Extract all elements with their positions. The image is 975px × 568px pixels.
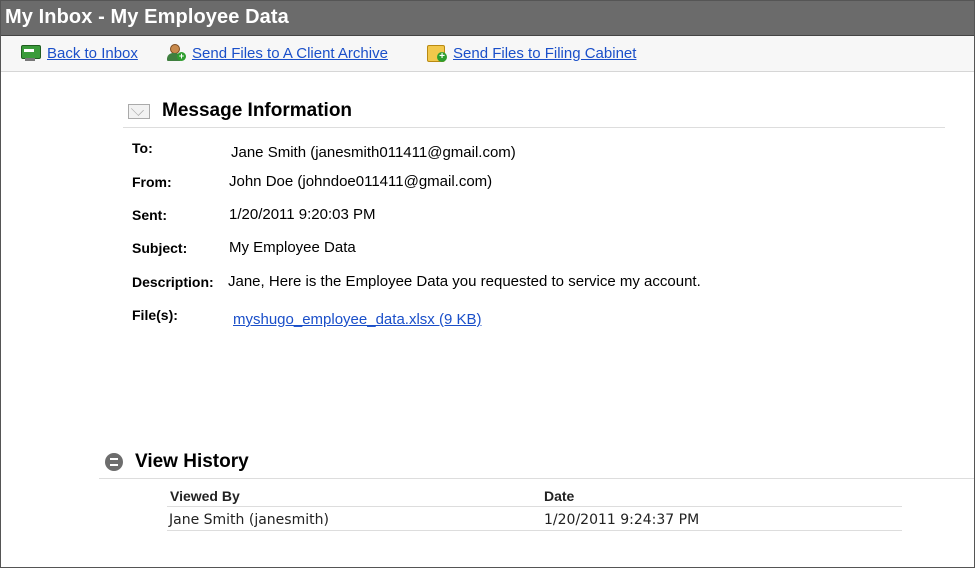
- message-info-header: Message Information: [128, 100, 352, 122]
- view-history-table: Viewed By Date Jane Smith (janesmith) 1/…: [167, 485, 902, 531]
- title-bar: My Inbox - My Employee Data: [1, 1, 974, 36]
- history-icon: [105, 453, 123, 471]
- envelope-icon: [128, 103, 150, 119]
- from-value: John Doe (johndoe011411@gmail.com): [229, 173, 493, 190]
- window-frame: My Inbox - My Employee Data Back to Inbo…: [0, 0, 975, 568]
- filing-cabinet-icon: +: [425, 44, 447, 62]
- send-to-client-archive-link[interactable]: Send Files to A Client Archive: [192, 45, 388, 62]
- send-to-filing-cabinet-link[interactable]: Send Files to Filing Cabinet: [453, 45, 636, 62]
- files-label: File(s):: [132, 307, 178, 323]
- view-history-divider: [99, 478, 974, 479]
- subject-label: Subject:: [132, 240, 188, 256]
- back-to-inbox-icon: [19, 44, 41, 62]
- column-header-viewed-by: Viewed By: [170, 488, 240, 504]
- client-archive-icon: +: [164, 44, 186, 62]
- back-to-inbox-link[interactable]: Back to Inbox: [47, 45, 138, 62]
- view-history-header: View History: [105, 451, 249, 473]
- viewed-by-cell: Jane Smith (janesmith): [169, 512, 329, 528]
- sent-label: Sent:: [132, 207, 167, 223]
- message-info-title: Message Information: [162, 100, 353, 121]
- window-title: My Inbox - My Employee Data: [5, 6, 289, 28]
- description-value: Jane, Here is the Employee Data you requ…: [228, 273, 701, 290]
- from-label: From:: [132, 174, 172, 190]
- table-header-row: Viewed By Date: [167, 485, 902, 507]
- to-label: To:: [132, 140, 153, 156]
- table-row: Jane Smith (janesmith) 1/20/2011 9:24:37…: [167, 507, 902, 531]
- send-to-client-archive-button[interactable]: + Send Files to A Client Archive: [164, 43, 388, 63]
- to-value: Jane Smith (janesmith011411@gmail.com): [231, 144, 516, 161]
- description-label: Description:: [132, 274, 214, 290]
- date-cell: 1/20/2011 9:24:37 PM: [544, 512, 700, 528]
- view-history-title: View History: [135, 451, 249, 472]
- column-header-date: Date: [544, 488, 575, 504]
- attachment-link[interactable]: myshugo_employee_data.xlsx (9 KB): [233, 311, 481, 328]
- sent-value: 1/20/2011 9:20:03 PM: [229, 206, 376, 223]
- subject-value: My Employee Data: [229, 239, 356, 256]
- message-info-divider: [123, 127, 945, 128]
- toolbar: Back to Inbox + Send Files to A Client A…: [1, 36, 974, 72]
- send-to-filing-cabinet-button[interactable]: + Send Files to Filing Cabinet: [425, 43, 636, 63]
- back-to-inbox-button[interactable]: Back to Inbox: [19, 43, 138, 63]
